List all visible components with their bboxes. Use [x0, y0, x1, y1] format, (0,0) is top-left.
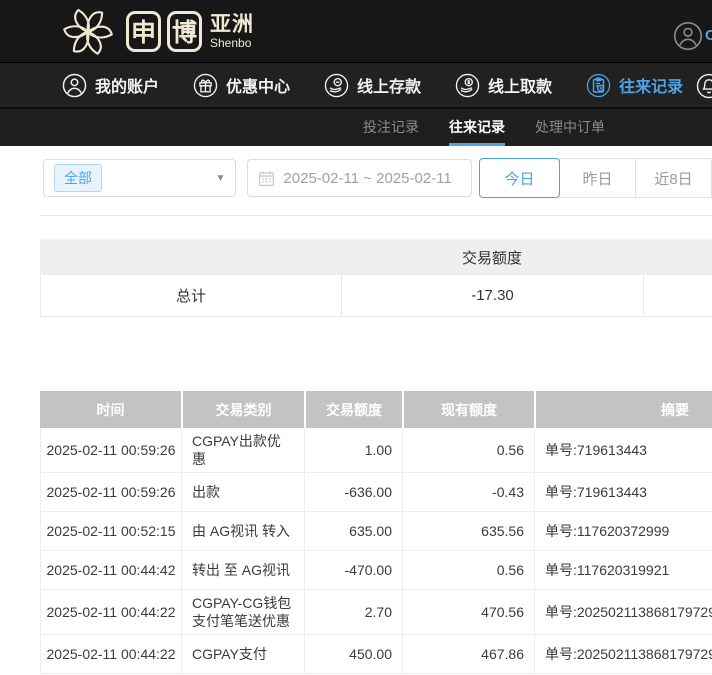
cell-balance: 635.56 — [403, 512, 535, 550]
table-row: 2025-02-11 00:59:26CGPAY出款优惠1.000.56单号:7… — [40, 428, 712, 473]
cell-amount: 2.70 — [305, 590, 403, 634]
cell-summary: 单号:117620319921 — [535, 551, 712, 589]
tab-pending-orders[interactable]: 处理中订单 — [535, 109, 605, 146]
column-header-amount: 交易额度 — [304, 391, 402, 428]
logo-region-en: Shenbo — [210, 37, 254, 49]
summary-total-row: 总计 -17.30 — [40, 275, 712, 317]
bell-icon[interactable] — [696, 73, 712, 99]
transactions-body: 2025-02-11 00:59:26CGPAY出款优惠1.000.56单号:7… — [40, 428, 712, 674]
top-header: 申 博 亚洲 Shenbo C — [0, 0, 712, 62]
withdraw-icon — [455, 73, 480, 98]
cell-time: 2025-02-11 00:44:42 — [41, 551, 182, 589]
sub-nav: 投注记录 往来记录 处理中订单 — [0, 109, 712, 146]
yesterday-button[interactable]: 昨日 — [559, 158, 636, 198]
cell-time: 2025-02-11 00:52:15 — [41, 512, 182, 550]
flower-logo-icon — [58, 3, 118, 59]
logo-char-shen: 申 — [126, 11, 161, 52]
cell-type: CGPAY出款优惠 — [182, 428, 305, 472]
date-range-value: 2025-02-11 ~ 2025-02-11 — [283, 170, 451, 187]
nav-label: 我的账户 — [95, 73, 159, 97]
tab-transaction-records[interactable]: 往来记录 — [449, 109, 505, 146]
cell-type: CGPAY-CG钱包支付笔笔送优惠 — [182, 590, 305, 634]
nav-item-deposit[interactable]: 线上存款 — [324, 73, 421, 98]
table-row: 2025-02-11 00:52:15由 AG视讯 转入635.00635.56… — [40, 512, 712, 551]
last-8-days-button[interactable]: 近8日 — [635, 158, 712, 198]
cell-amount: 635.00 — [305, 512, 403, 550]
today-button[interactable]: 今日 — [479, 158, 560, 198]
username-partial[interactable]: C — [705, 27, 712, 44]
cell-time: 2025-02-11 00:59:26 — [41, 428, 182, 472]
cell-balance: 470.56 — [403, 590, 535, 634]
brand-logo[interactable]: 申 博 亚洲 Shenbo — [58, 3, 254, 59]
user-avatar-icon[interactable] — [673, 21, 703, 51]
table-row: 2025-02-11 00:44:22CGPAY支付450.00467.86单号… — [40, 635, 712, 674]
nav-label: 往来记录 — [619, 73, 683, 97]
user-icon — [62, 73, 87, 98]
nav-label: 优惠中心 — [226, 73, 290, 97]
nav-item-records[interactable]: 往来记录 — [586, 73, 683, 98]
summary-table-header: 交易额度 — [40, 239, 712, 275]
summary-empty-cell — [644, 275, 712, 316]
logo-region: 亚洲 Shenbo — [210, 14, 254, 49]
cell-summary: 单号:202502113868179729 — [535, 635, 712, 673]
table-row: 2025-02-11 00:44:42转出 至 AG视讯-470.000.56单… — [40, 551, 712, 590]
table-row: 2025-02-11 00:59:26出款-636.00-0.43单号:7196… — [40, 473, 712, 512]
column-header-balance: 现有额度 — [402, 391, 534, 428]
table-row: 2025-02-11 00:44:22CGPAY-CG钱包支付笔笔送优惠2.70… — [40, 590, 712, 635]
cell-amount: 1.00 — [305, 428, 403, 472]
nav-label: 线上存款 — [357, 73, 421, 97]
cell-balance: 0.56 — [403, 551, 535, 589]
tab-bet-records[interactable]: 投注记录 — [363, 109, 419, 146]
cell-type: 出款 — [182, 473, 305, 511]
cell-balance: -0.43 — [403, 473, 535, 511]
cell-time: 2025-02-11 00:44:22 — [41, 635, 182, 673]
cell-summary: 单号:117620372999 — [535, 512, 712, 550]
chevron-down-icon: ▼ — [216, 173, 226, 184]
logo-char-bo: 博 — [167, 11, 202, 52]
cell-type: 转出 至 AG视讯 — [182, 551, 305, 589]
summary-total-value: -17.30 — [342, 275, 644, 316]
cell-type: 由 AG视讯 转入 — [182, 512, 305, 550]
summary-header-amount: 交易额度 — [341, 247, 643, 268]
cell-type: CGPAY支付 — [182, 635, 305, 673]
nav-item-promotions[interactable]: 优惠中心 — [193, 73, 290, 98]
cell-time: 2025-02-11 00:59:26 — [41, 473, 182, 511]
cell-amount: 450.00 — [305, 635, 403, 673]
filter-bar: 全部 ▼ 2025-02-11 ~ 2025-02-11 今日 昨日 近8日 — [40, 146, 712, 216]
column-header-type: 交易类别 — [181, 391, 304, 428]
transactions-table-header: 时间 交易类别 交易额度 现有额度 摘要 — [40, 391, 712, 428]
gift-icon — [193, 73, 218, 98]
cell-summary: 单号:719613443 — [535, 428, 712, 472]
cell-amount: -470.00 — [305, 551, 403, 589]
records-icon — [586, 73, 611, 98]
column-header-summary: 摘要 — [534, 391, 712, 428]
logo-region-zh: 亚洲 — [210, 14, 254, 35]
quick-date-buttons: 今日 昨日 近8日 — [479, 158, 712, 198]
type-filter-selected[interactable]: 全部 — [54, 164, 102, 192]
nav-label: 线上取款 — [488, 73, 552, 97]
transactions-table: 时间 交易类别 交易额度 现有额度 摘要 2025-02-11 00:59:26… — [40, 391, 712, 674]
cell-summary: 单号:719613443 — [535, 473, 712, 511]
cell-amount: -636.00 — [305, 473, 403, 511]
cell-summary: 单号:202502113868179729 — [535, 590, 712, 634]
nav-item-my-account[interactable]: 我的账户 — [62, 73, 159, 98]
type-filter-dropdown[interactable]: 全部 ▼ — [43, 159, 236, 197]
calendar-icon — [258, 170, 275, 187]
summary-table: 交易额度 总计 -17.30 — [40, 239, 712, 317]
cell-balance: 467.86 — [403, 635, 535, 673]
cell-balance: 0.56 — [403, 428, 535, 472]
deposit-icon — [324, 73, 349, 98]
column-header-time: 时间 — [40, 391, 181, 428]
date-range-input[interactable]: 2025-02-11 ~ 2025-02-11 — [247, 159, 472, 197]
main-nav: 我的账户 优惠中心 线上存款 — [0, 62, 712, 109]
nav-item-withdraw[interactable]: 线上取款 — [455, 73, 552, 98]
summary-total-label: 总计 — [41, 275, 342, 316]
cell-time: 2025-02-11 00:44:22 — [41, 590, 182, 634]
